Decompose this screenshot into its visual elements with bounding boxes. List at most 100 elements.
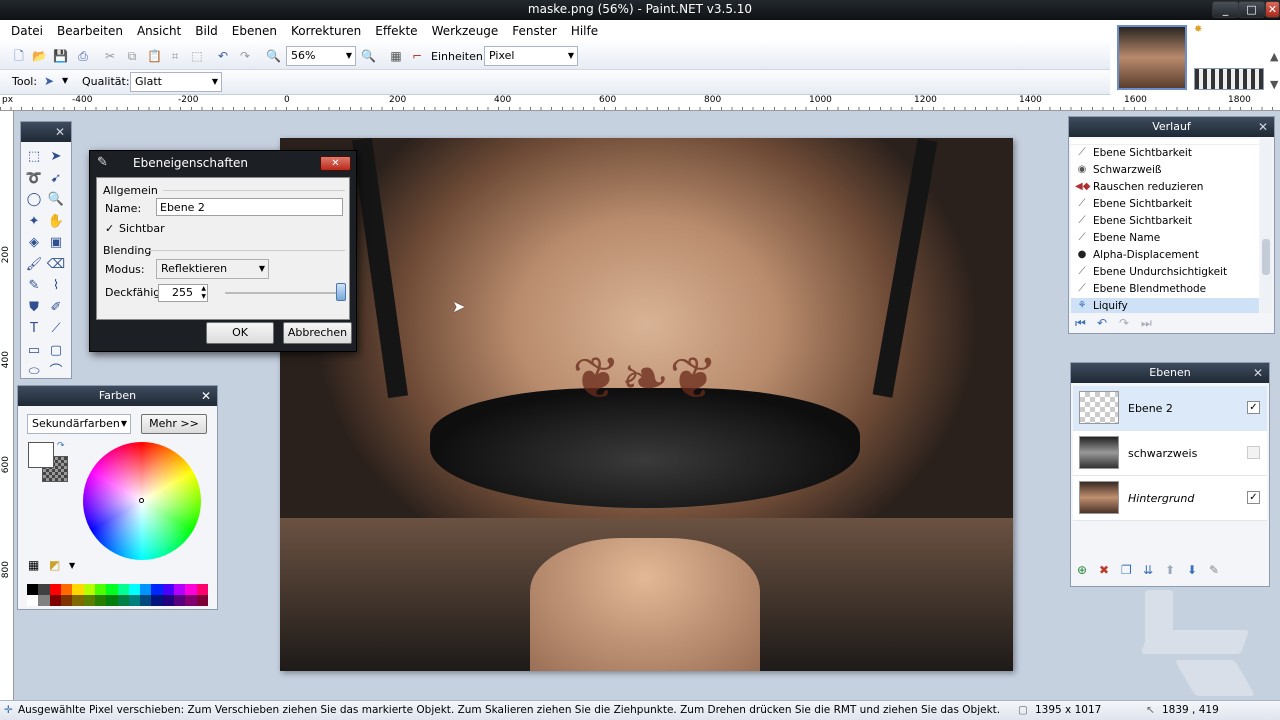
clone-stamp-icon[interactable]: ⛊: [23, 297, 45, 319]
image-canvas[interactable]: ❦❧❦: [280, 138, 1013, 671]
lasso-icon[interactable]: ➰: [23, 168, 45, 190]
ok-button[interactable]: OK: [206, 322, 274, 344]
zoom-out-icon[interactable]: 🔍: [266, 49, 281, 63]
open-file-icon[interactable]: 📂: [32, 49, 47, 63]
layer-visibility-checkbox[interactable]: [1247, 446, 1260, 459]
image-tab-maske[interactable]: [1117, 25, 1187, 90]
save-icon[interactable]: 💾: [53, 49, 68, 63]
gradient-icon[interactable]: ▣: [45, 232, 67, 254]
quality-select[interactable]: Glatt ▼: [130, 72, 222, 92]
history-scrollbar-thumb[interactable]: [1262, 239, 1270, 275]
color-mode-select[interactable]: Sekundärfarben ▼: [27, 414, 131, 434]
ellipse-select-icon[interactable]: ◯: [23, 189, 45, 211]
menu-korrekturen[interactable]: Korrekturen: [284, 20, 368, 42]
eraser-icon[interactable]: ⌫: [45, 254, 67, 276]
deselect-icon[interactable]: ⬚: [190, 49, 204, 63]
layer-row[interactable]: Hintergrund ✓: [1073, 476, 1267, 521]
tabs-scroll-down-icon[interactable]: ▼: [1270, 78, 1278, 91]
swap-colors-icon[interactable]: ↷: [57, 441, 65, 451]
opacity-spinner[interactable]: 255 ▲ ▼: [158, 284, 208, 302]
opacity-slider-track[interactable]: [225, 292, 345, 294]
duplicate-layer-icon[interactable]: ❐: [1121, 563, 1132, 577]
menu-bild[interactable]: Bild: [188, 20, 225, 42]
layer-row-selected[interactable]: Ebene 2 ✓: [1073, 386, 1267, 431]
crop-icon[interactable]: ⌗: [168, 49, 182, 63]
paintbrush-icon[interactable]: 🖌: [23, 254, 45, 276]
zoom-in-icon[interactable]: 🔍: [361, 49, 376, 63]
spinner-arrows-icon[interactable]: ▲ ▼: [201, 285, 206, 301]
copy-icon[interactable]: ⧉: [125, 49, 139, 63]
history-undo-icon[interactable]: ↶: [1097, 316, 1107, 330]
menu-fenster[interactable]: Fenster: [505, 20, 564, 42]
tool-dropdown-icon[interactable]: ▼: [62, 76, 68, 85]
move-tool-icon[interactable]: ➤: [42, 74, 56, 88]
minimize-button[interactable]: _: [1212, 1, 1239, 18]
move-layer-up-icon[interactable]: ⬆: [1165, 563, 1175, 577]
move-selected-icon[interactable]: ➹: [45, 168, 67, 190]
move-layer-down-icon[interactable]: ⬇: [1187, 563, 1197, 577]
text-icon[interactable]: T: [23, 318, 45, 340]
history-redo-icon[interactable]: ↷: [1119, 316, 1129, 330]
menu-ebenen[interactable]: Ebenen: [225, 20, 284, 42]
units-select[interactable]: Pixel ▼: [484, 46, 578, 66]
merge-layer-icon[interactable]: ⇊: [1143, 563, 1153, 577]
line-icon[interactable]: ⟋: [45, 318, 67, 340]
close-icon[interactable]: ✕: [1253, 363, 1263, 383]
history-item[interactable]: ⟋ Ebene Name: [1071, 230, 1259, 247]
close-icon[interactable]: ✕: [55, 122, 65, 142]
close-icon[interactable]: ✕: [1258, 117, 1268, 137]
zoom-select[interactable]: 56% ▼: [286, 46, 356, 66]
history-item[interactable]: ⟋ Ebene Sichtbarkeit: [1071, 213, 1259, 230]
tabs-scroll-icon[interactable]: ▲: [1270, 50, 1278, 63]
history-item[interactable]: ⟋ Ebene Sichtbarkeit: [1071, 196, 1259, 213]
color-picker-icon[interactable]: ⌇: [45, 275, 67, 297]
color-wheel-marker[interactable]: [139, 498, 144, 503]
opacity-slider-thumb[interactable]: [336, 283, 346, 301]
palette-dropdown-icon[interactable]: ▼: [69, 561, 75, 570]
menu-werkzeuge[interactable]: Werkzeuge: [425, 20, 506, 42]
history-item[interactable]: ⟋ Ebene Sichtbarkeit: [1071, 145, 1259, 162]
close-icon[interactable]: ✕: [201, 386, 211, 406]
color-palette[interactable]: [27, 584, 208, 606]
palette-icon[interactable]: ▦: [28, 558, 39, 572]
menu-datei[interactable]: Datei: [4, 20, 50, 42]
layer-row[interactable]: schwarzweis: [1073, 431, 1267, 476]
menu-ansicht[interactable]: Ansicht: [130, 20, 188, 42]
history-scrollbar[interactable]: [1260, 139, 1272, 313]
rulers-icon[interactable]: ⌐: [410, 49, 424, 63]
print-icon[interactable]: ⎙: [76, 49, 90, 63]
history-first-icon[interactable]: ⏮: [1075, 316, 1086, 331]
rounded-rect-icon[interactable]: ▢: [45, 340, 67, 362]
redo-icon[interactable]: ↷: [238, 49, 252, 63]
blend-mode-select[interactable]: Reflektieren ▼: [156, 259, 269, 279]
palette-menu-icon[interactable]: ◩: [49, 558, 60, 572]
move-selection-icon[interactable]: ➤: [45, 146, 67, 168]
freeform-icon[interactable]: ⌒: [45, 361, 67, 383]
layer-visibility-checkbox[interactable]: ✓: [1247, 401, 1260, 414]
grid-icon[interactable]: ▦: [389, 49, 403, 63]
visible-checkbox[interactable]: ✓: [105, 222, 114, 235]
cancel-button[interactable]: Abbrechen: [283, 322, 352, 344]
bucket-icon[interactable]: ◈: [23, 232, 45, 254]
paste-icon[interactable]: 📋: [147, 49, 162, 63]
zoom-icon[interactable]: 🔍: [45, 189, 67, 211]
history-item[interactable]: ⟋ Ebene Blendmethode: [1071, 281, 1259, 298]
menu-hilfe[interactable]: Hilfe: [564, 20, 605, 42]
history-last-icon[interactable]: ⏭: [1141, 316, 1152, 331]
delete-layer-icon[interactable]: ✖: [1099, 563, 1109, 577]
new-file-icon[interactable]: 🗋: [12, 49, 26, 63]
more-colors-button[interactable]: Mehr >>: [141, 414, 207, 434]
image-tab-pattern[interactable]: [1194, 68, 1264, 90]
add-layer-icon[interactable]: ⊕: [1077, 563, 1087, 577]
history-item[interactable]: ◀◆ Rauschen reduzieren: [1071, 179, 1259, 196]
history-item[interactable]: ● Alpha-Displacement: [1071, 247, 1259, 264]
menu-bearbeiten[interactable]: Bearbeiten: [50, 20, 130, 42]
rectangle-icon[interactable]: ▭: [23, 340, 45, 362]
menu-effekte[interactable]: Effekte: [368, 20, 424, 42]
dialog-close-button[interactable]: ✕: [320, 156, 351, 171]
cut-icon[interactable]: ✂: [103, 49, 117, 63]
history-item[interactable]: ◉ Schwarzweiß: [1071, 162, 1259, 179]
history-item[interactable]: ⟋ Ebene Undurchsichtigkeit: [1071, 264, 1259, 281]
maximize-button[interactable]: □: [1238, 1, 1265, 18]
layer-properties-icon[interactable]: ✎: [1209, 563, 1219, 577]
